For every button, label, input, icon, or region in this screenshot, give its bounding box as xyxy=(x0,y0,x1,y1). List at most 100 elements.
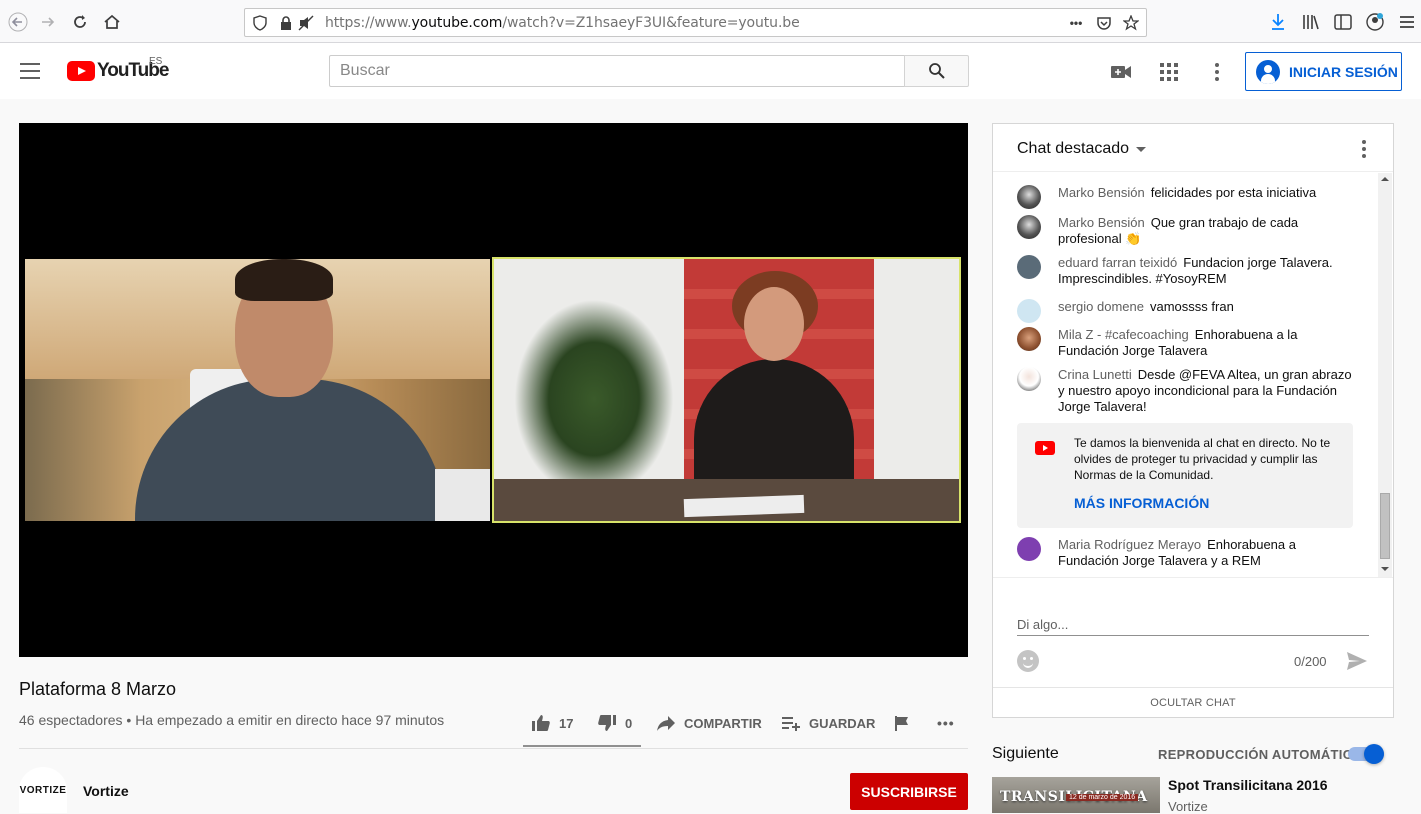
scroll-thumb[interactable] xyxy=(1380,493,1390,559)
chat-more-icon[interactable] xyxy=(1362,140,1366,158)
search-input[interactable] xyxy=(330,56,904,86)
menu-icon[interactable] xyxy=(1397,12,1417,32)
avatar[interactable] xyxy=(1017,255,1041,279)
chat-mode-title[interactable]: Chat destacado xyxy=(1017,140,1129,158)
library-icon[interactable] xyxy=(1301,12,1321,32)
address-bar[interactable]: https://www.youtube.com/watch?v=Z1hsaeyF… xyxy=(244,8,1147,37)
avatar[interactable] xyxy=(1017,537,1041,561)
live-chat-panel: Chat destacado Marko Bensión felicidades … xyxy=(992,123,1394,718)
home-button[interactable] xyxy=(100,10,124,34)
youtube-logo[interactable]: YouTube ES xyxy=(67,56,169,82)
avatar[interactable] xyxy=(1017,215,1041,239)
page-actions-button[interactable]: ••• xyxy=(1067,14,1085,32)
chat-author[interactable]: Crina Lunetti xyxy=(1058,367,1132,382)
dislike-count: 0 xyxy=(625,715,633,731)
emoji-icon[interactable] xyxy=(1017,650,1039,672)
bookmark-star-icon[interactable] xyxy=(1122,14,1140,32)
reload-button[interactable] xyxy=(68,10,92,34)
welcome-banner: Te damos la bienvenida al chat en direct… xyxy=(1017,423,1353,528)
apps-grid-icon[interactable] xyxy=(1158,61,1180,83)
forward-button[interactable] xyxy=(36,10,60,34)
subscribe-button[interactable]: SUSCRIBIRSE xyxy=(850,773,968,810)
chat-header: Chat destacado xyxy=(993,124,1393,172)
video-player[interactable] xyxy=(19,123,968,657)
share-label: COMPARTIR xyxy=(684,715,762,731)
account-icon[interactable] xyxy=(1365,12,1385,32)
video-feed-right xyxy=(492,257,961,523)
video-feed-left xyxy=(25,259,490,521)
chat-message: Marko Bensión Que gran trabajo de cada pr… xyxy=(1017,215,1357,247)
sidebar-icon[interactable] xyxy=(1333,12,1353,32)
chat-message-input[interactable] xyxy=(1017,614,1369,636)
search-button[interactable] xyxy=(904,55,969,87)
chat-input-area: 0/200 xyxy=(993,577,1393,687)
back-button[interactable] xyxy=(6,10,30,34)
lock-icon xyxy=(277,14,295,32)
scroll-down-icon[interactable] xyxy=(1381,567,1389,571)
chat-message: eduard farran teixidó Fundacion jorge Tal… xyxy=(1017,255,1357,287)
divider xyxy=(19,748,968,749)
avatar[interactable] xyxy=(1017,185,1041,209)
chat-message: Marko Bensión felicidades por esta inicia… xyxy=(1017,185,1357,209)
home-icon xyxy=(104,14,120,29)
youtube-header: YouTube ES INICIAR SESIÓN xyxy=(0,43,1421,99)
browser-toolbar: https://www.youtube.com/watch?v=Z1hsaeyF… xyxy=(0,0,1421,43)
next-video-thumbnail[interactable]: TRANSILICITANA 12 de marzo de 2016 xyxy=(992,777,1160,813)
chat-author[interactable]: eduard farran teixidó xyxy=(1058,255,1177,270)
create-video-icon[interactable] xyxy=(1110,61,1132,83)
avatar[interactable] xyxy=(1017,299,1041,323)
more-actions-button[interactable]: ••• xyxy=(937,712,955,734)
avatar[interactable] xyxy=(1017,327,1041,351)
forward-arrow-icon xyxy=(42,17,55,27)
signin-button[interactable]: INICIAR SESIÓN xyxy=(1245,52,1402,91)
chat-author[interactable]: Maria Rodríguez Merayo xyxy=(1058,537,1201,552)
save-label: GUARDAR xyxy=(809,715,876,731)
back-arrow-icon xyxy=(8,12,28,32)
welcome-text: Te damos la bienvenida al chat en direct… xyxy=(1074,436,1331,482)
learn-more-link[interactable]: MÁS INFORMACIÓN xyxy=(1074,495,1209,511)
like-count: 17 xyxy=(559,715,574,731)
chat-author[interactable]: Mila Z - #cafecoaching xyxy=(1058,327,1189,342)
save-button[interactable]: GUARDAR xyxy=(781,712,875,734)
autoplay-blocked-icon[interactable] xyxy=(297,14,315,32)
send-icon[interactable] xyxy=(1346,651,1368,671)
hide-chat-button[interactable]: OCULTAR CHAT xyxy=(993,687,1393,718)
channel-name[interactable]: Vortize xyxy=(83,783,129,799)
next-video-title[interactable]: Spot Transilicitana 2016 xyxy=(1168,777,1328,793)
video-title: Plataforma 8 Marzo xyxy=(19,679,177,699)
chat-author[interactable]: sergio domene xyxy=(1058,299,1144,314)
report-button[interactable] xyxy=(894,712,918,734)
download-icon[interactable] xyxy=(1268,12,1288,32)
youtube-play-icon xyxy=(67,61,95,81)
pocket-icon[interactable] xyxy=(1095,14,1113,32)
scroll-up-icon[interactable] xyxy=(1381,177,1389,181)
settings-more-icon[interactable] xyxy=(1206,61,1228,83)
autoplay-toggle[interactable] xyxy=(1348,744,1384,764)
chat-message: Crina Lunetti Desde @FEVA Altea, un gran … xyxy=(1017,367,1357,415)
dislike-button[interactable]: 0 xyxy=(597,712,632,734)
chat-author[interactable]: Marko Bensión xyxy=(1058,215,1145,230)
thumbnail-date-text: 12 de marzo de 2016 xyxy=(1066,794,1139,801)
char-counter: 0/200 xyxy=(1294,654,1327,669)
chat-message: sergio domene vamossss fran xyxy=(1017,299,1357,323)
youtube-icon xyxy=(1035,441,1055,455)
like-button[interactable]: 17 xyxy=(531,712,573,734)
chat-text: felicidades por esta iniciativa xyxy=(1150,185,1317,200)
country-code: ES xyxy=(149,56,163,67)
toggle-knob[interactable] xyxy=(1364,744,1384,764)
chat-author[interactable]: Marko Bensión xyxy=(1058,185,1145,200)
signin-label: INICIAR SESIÓN xyxy=(1289,63,1398,80)
next-video-channel[interactable]: Vortize xyxy=(1168,799,1208,814)
chat-scrollbar[interactable] xyxy=(1378,173,1392,577)
upnext-heading: Siguiente xyxy=(992,745,1059,762)
share-button[interactable]: COMPARTIR xyxy=(656,712,762,734)
avatar[interactable] xyxy=(1017,367,1041,391)
search-icon xyxy=(928,63,945,79)
url-text: https://www.youtube.com/watch?v=Z1hsaeyF… xyxy=(325,15,800,31)
channel-avatar[interactable]: VORTIZE xyxy=(19,767,67,813)
reload-icon xyxy=(74,15,86,28)
caret-down-icon[interactable] xyxy=(1136,147,1146,152)
guide-menu-icon[interactable] xyxy=(20,63,40,79)
playlist-add-icon xyxy=(782,717,800,731)
thumbs-up-icon xyxy=(532,715,550,731)
